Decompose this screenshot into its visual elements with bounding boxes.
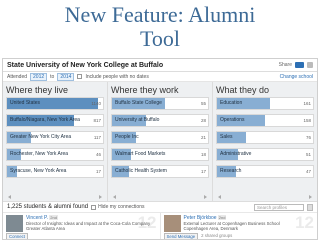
facet-count: 158: [303, 118, 311, 123]
facet-row[interactable]: Walmart Food Markets 18: [111, 148, 209, 161]
slide-title-line2: Tool: [139, 26, 180, 51]
facet-row[interactable]: Catholic Health System 17: [111, 165, 209, 178]
alumni-tool-screenshot: State University of New York College at …: [2, 58, 318, 240]
prev-arrow-icon[interactable]: [113, 195, 116, 199]
facet-row[interactable]: University at Buffalo 28: [111, 114, 209, 127]
facet-row[interactable]: People Inc 21: [111, 131, 209, 144]
profile-location: Greater Atlanta Area: [26, 226, 65, 231]
facet-label: Operations: [220, 117, 245, 123]
facet-count: 55: [200, 101, 206, 106]
facet-count: 17: [200, 169, 206, 174]
school-name: State University of New York College at …: [7, 61, 164, 69]
facet-label: University at Buffalo: [115, 117, 160, 123]
search-icon[interactable]: [307, 203, 313, 211]
facet-count: 161: [303, 101, 311, 106]
facet-label: United States: [10, 100, 41, 106]
next-arrow-icon[interactable]: [204, 195, 207, 199]
facet-count: 46: [95, 152, 101, 157]
facet-label: Education: [220, 100, 243, 106]
facet-row[interactable]: Buffalo/Niagara, New York Area 817: [6, 114, 104, 127]
facet-row[interactable]: Administrative 51: [216, 148, 314, 161]
facet-label: Sales: [220, 134, 233, 140]
degree-badge: 2nd: [217, 215, 227, 220]
facet-label: Walmart Food Markets: [115, 151, 166, 157]
facet-row[interactable]: Syracuse, New York Area 17: [6, 165, 104, 178]
facet-label: Rochester, New York Area: [10, 151, 69, 157]
hide-connections-checkbox[interactable]: [91, 204, 97, 210]
facet-row[interactable]: Operations 158: [216, 114, 314, 127]
from-year-select[interactable]: 2012: [30, 72, 48, 81]
facet-label: Syracuse, New York Area: [10, 168, 67, 174]
results-count: 1,225 students & alumni found: [7, 204, 89, 210]
to-year-select[interactable]: 2014: [57, 72, 75, 81]
panel-title: Where they work: [111, 85, 179, 95]
share-label: Share: [278, 62, 292, 68]
panel-pager: [111, 193, 209, 201]
options-icon[interactable]: [307, 62, 313, 68]
facet-count: 76: [305, 135, 311, 140]
attended-label: Attended: [7, 73, 28, 80]
panel-where-they-live: Where they live United States 1140 Buffalo…: [3, 82, 107, 201]
facet-label: Buffalo State College: [115, 100, 162, 106]
results-bar: 1,225 students & alumni found Hide my co…: [3, 202, 317, 213]
next-arrow-icon[interactable]: [99, 195, 102, 199]
panel-title: Where they live: [6, 85, 69, 95]
profile-card[interactable]: Vincent P. 2nd Director of Insights: Ide…: [3, 213, 160, 239]
avatar[interactable]: [6, 215, 23, 232]
class-year: 12: [295, 213, 314, 232]
panel-title: What they do: [216, 85, 270, 95]
degree-badge: 2nd: [49, 215, 58, 220]
facet-label: Catholic Health System: [115, 168, 167, 174]
prev-arrow-icon[interactable]: [218, 195, 221, 199]
panel-where-they-work: Where they work Buffalo State College 55 U…: [107, 82, 212, 201]
facet-row[interactable]: Research 47: [216, 165, 314, 178]
facet-count: 28: [200, 118, 206, 123]
facet-count: 1140: [91, 101, 101, 106]
search-profiles-input[interactable]: Search profiles: [254, 203, 304, 211]
change-school-link[interactable]: Change school: [280, 74, 313, 80]
hide-connections-label: Hide my connections: [98, 204, 145, 210]
connect-button[interactable]: Connect: [6, 233, 29, 239]
avatar[interactable]: [163, 215, 181, 232]
panel-what-they-do: What they do Education 161 Operations 158 Sa…: [212, 82, 317, 201]
facet-count: 21: [200, 135, 206, 140]
facet-label: People Inc: [115, 134, 139, 140]
include-no-dates-checkbox[interactable]: [77, 74, 83, 79]
insight-panels: Where they live United States 1140 Buffalo…: [3, 82, 317, 202]
prev-arrow-icon[interactable]: [8, 195, 11, 199]
facet-count: 47: [305, 169, 311, 174]
facet-row[interactable]: Sales 76: [216, 131, 314, 144]
facet-count: 18: [200, 152, 206, 157]
slide-title-line1: New Feature: Alumni: [64, 2, 256, 27]
panel-pager: [6, 193, 104, 201]
facet-label: Research: [220, 168, 242, 174]
include-no-dates-label: Include people with no dates: [85, 73, 149, 80]
facet-row[interactable]: Greater New York City Area 117: [6, 131, 104, 144]
facet-count: 817: [93, 118, 101, 123]
facet-label: Buffalo/Niagara, New York Area: [10, 117, 80, 123]
facet-count: 17: [95, 169, 101, 174]
profile-card[interactable]: Peter Björkboe 2nd External Lecturer at …: [159, 213, 318, 239]
profile-cards: Vincent P. 2nd Director of Insights: Ide…: [3, 213, 318, 239]
facet-count: 51: [305, 152, 311, 157]
facet-count: 117: [93, 135, 101, 140]
panel-pager: [216, 193, 314, 201]
share-button[interactable]: [295, 62, 304, 68]
facet-label: Greater New York City Area: [10, 134, 72, 140]
facet-row[interactable]: Buffalo State College 55: [111, 97, 209, 110]
profile-location: Copenhagen Area, Denmark: [183, 226, 238, 231]
slide-title: New Feature: Alumni Tool: [0, 0, 320, 58]
date-filter: Attended 2012 to 2014 Include people wit…: [3, 72, 317, 82]
next-arrow-icon[interactable]: [309, 195, 312, 199]
facet-label: Administrative: [220, 151, 252, 157]
facet-row[interactable]: Education 161: [216, 97, 314, 110]
school-header: State University of New York College at …: [3, 59, 317, 72]
facet-row[interactable]: United States 1140: [6, 97, 104, 110]
facet-row[interactable]: Rochester, New York Area 46: [6, 148, 104, 161]
to-label: to: [50, 73, 55, 80]
